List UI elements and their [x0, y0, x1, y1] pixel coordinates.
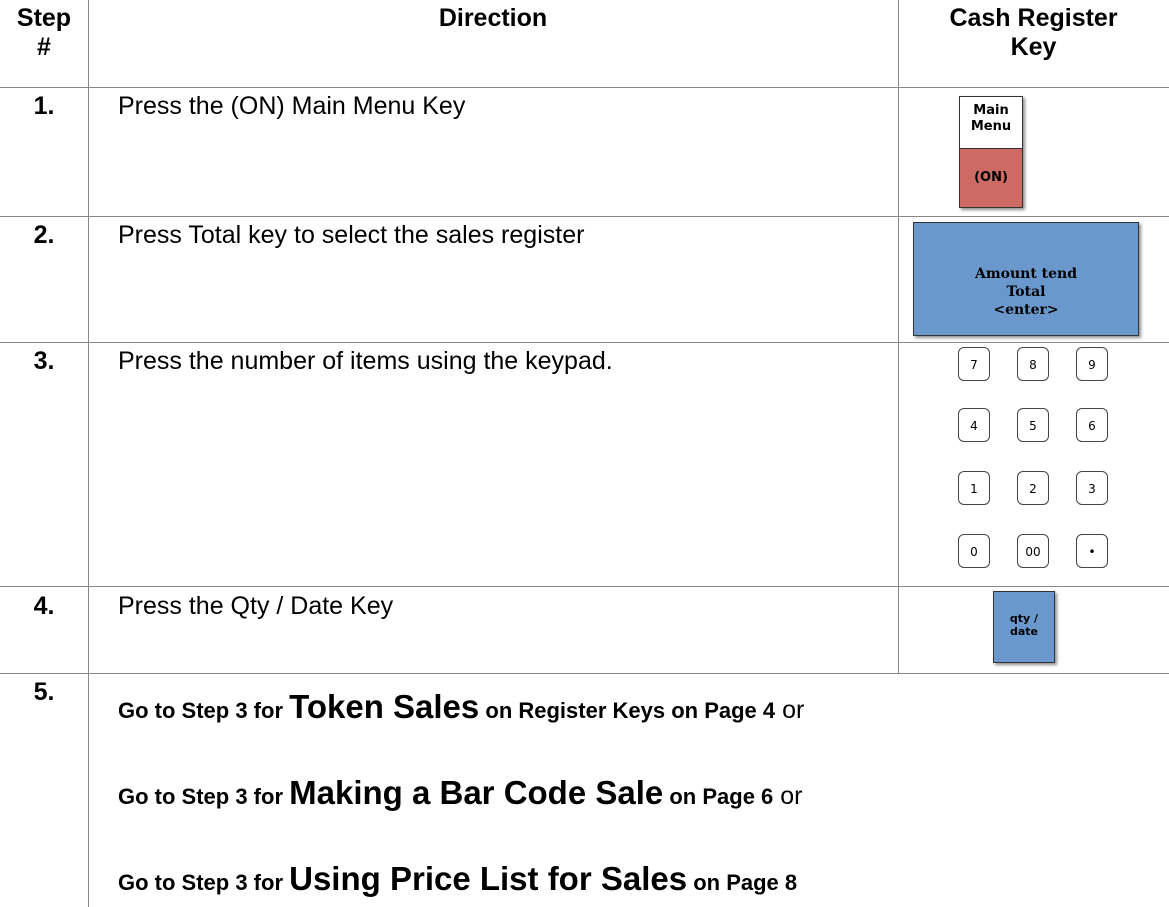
step-direction: Press the Qty / Date Key	[118, 592, 394, 620]
qty-date-key: qty / date	[993, 591, 1055, 663]
header-key: Cash Register Key	[898, 4, 1169, 62]
step5-line: Go to Step 3 for Token Sales on Register…	[118, 688, 804, 726]
keypad-key: 7	[958, 347, 990, 381]
keypad-key: 9	[1076, 347, 1108, 381]
step5-page-ref: on Page 6	[663, 784, 774, 809]
grid-line	[0, 342, 1169, 343]
instruction-table: Step # Direction Cash Register Key 1. Pr…	[0, 0, 1169, 907]
grid-line	[0, 673, 1169, 674]
step5-prefix: Go to Step 3 for	[118, 698, 290, 723]
keypad-key: 3	[1076, 471, 1108, 505]
step-direction: Press the number of items using the keyp…	[118, 347, 613, 375]
step-number: 2.	[33, 221, 55, 249]
keypad-key: 00	[1017, 534, 1049, 568]
on-key-label: (ON)	[960, 148, 1022, 207]
total-key-line2: Total	[1006, 284, 1046, 300]
total-key: Amount tend Total <enter>	[913, 222, 1139, 336]
keypad-key: •	[1076, 534, 1108, 568]
keypad: 7 8 9 4 5 6 1 2 3 0 00 •	[955, 347, 1125, 572]
step5-or: or	[775, 696, 805, 724]
total-key-line3: <enter>	[993, 302, 1059, 318]
step5-page-ref: on Page 8	[687, 870, 798, 895]
step-number: 3.	[33, 347, 55, 375]
header-direction: Direction	[438, 4, 548, 32]
keypad-key: 0	[958, 534, 990, 568]
grid-line	[898, 587, 899, 674]
keypad-key: 5	[1017, 408, 1049, 442]
step5-topic: Using Price List for Sales	[289, 860, 688, 897]
step-number: 4.	[33, 592, 55, 620]
keypad-key: 1	[958, 471, 990, 505]
step5-topic: Making a Bar Code Sale	[289, 774, 664, 811]
grid-line	[88, 0, 89, 907]
step-direction: Press Total key to select the sales regi…	[118, 221, 585, 249]
step-number: 1.	[33, 92, 55, 120]
step5-prefix: Go to Step 3 for	[118, 870, 290, 895]
keypad-key: 6	[1076, 408, 1108, 442]
header-step: Step #	[0, 4, 88, 62]
keypad-key: 4	[958, 408, 990, 442]
qty-date-key-line1: qty /	[1009, 612, 1039, 625]
step5-topic: Token Sales	[289, 688, 480, 725]
step-number: 5.	[33, 678, 55, 706]
step-direction: Press the (ON) Main Menu Key	[118, 92, 466, 120]
grid-line	[0, 216, 1169, 217]
header-step-line2: #	[37, 33, 51, 61]
main-menu-key-line1: Main	[973, 103, 1009, 118]
step5-line: Go to Step 3 for Making a Bar Code Sale …	[118, 774, 802, 812]
total-key-line1: Amount tend	[974, 266, 1078, 282]
grid-line	[898, 0, 899, 587]
step5-line: Go to Step 3 for Using Price List for Sa…	[118, 860, 797, 898]
keypad-key: 8	[1017, 347, 1049, 381]
main-menu-key-line2: Menu	[970, 119, 1012, 134]
keypad-key: 2	[1017, 471, 1049, 505]
main-menu-key-label: Main Menu	[960, 97, 1022, 149]
header-key-line2: Key	[1010, 33, 1057, 61]
step5-page-ref: on Register Keys on Page 4	[479, 698, 776, 723]
header-key-line1: Cash Register	[949, 4, 1118, 32]
main-menu-key: Main Menu (ON)	[959, 96, 1023, 208]
grid-line	[0, 87, 1169, 88]
grid-line	[0, 586, 1169, 587]
step5-or: or	[773, 782, 803, 810]
step5-prefix: Go to Step 3 for	[118, 784, 290, 809]
qty-date-key-line2: date	[1009, 625, 1038, 638]
header-step-line1: Step	[16, 4, 72, 32]
